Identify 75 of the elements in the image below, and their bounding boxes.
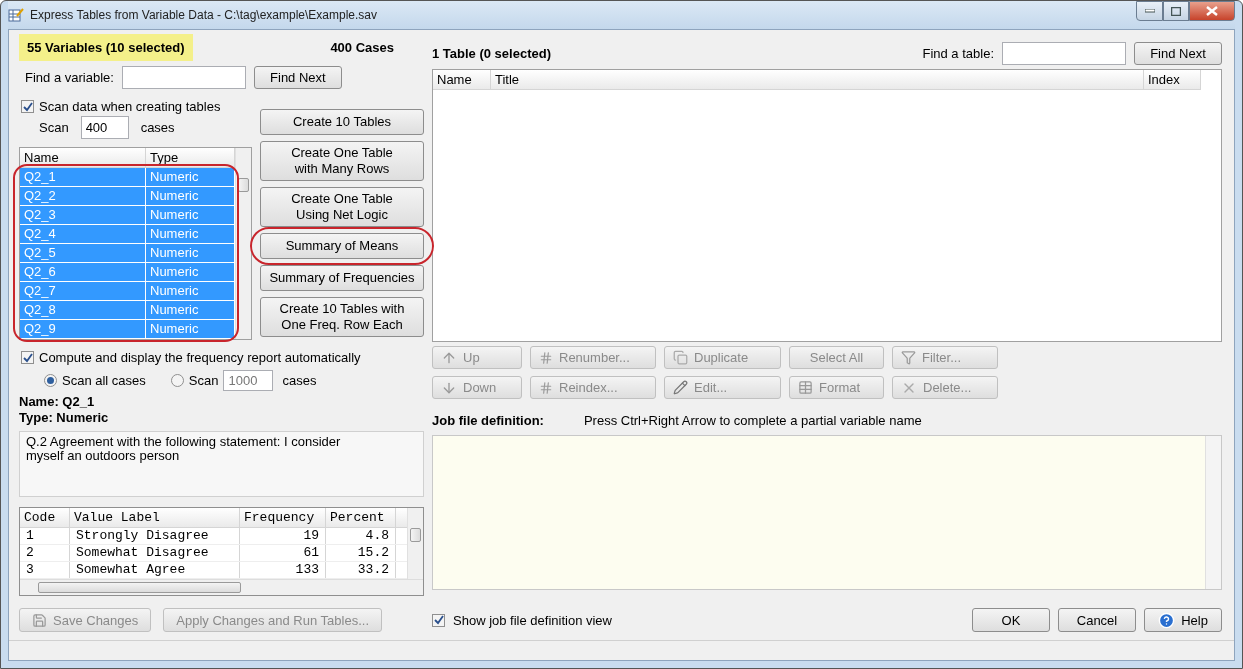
grid-icon <box>798 380 813 395</box>
variable-name: Q2_2 <box>20 187 146 205</box>
scan-label: Scan <box>39 120 69 135</box>
variable-name: Q2_8 <box>20 301 146 319</box>
column-header[interactable]: Index <box>1144 70 1201 89</box>
create-button[interactable]: Create One Table Using Net Logic <box>260 187 424 227</box>
close-button[interactable] <box>1189 1 1235 21</box>
job-file-label: Job file definition: <box>432 413 544 428</box>
column-header[interactable]: Value Label <box>70 508 240 527</box>
description-box[interactable]: Q.2 Agreement with the following statement: I consider myself an outdoors person <box>19 431 424 497</box>
pencil-icon <box>673 380 688 395</box>
numbers-icon <box>539 380 553 395</box>
job-file-hint: Press Ctrl+Right Arrow to complete a partial variable name <box>583 413 922 428</box>
create-button[interactable]: Summary of Frequencies <box>260 265 424 291</box>
tables-heading: 1 Table (0 selected) <box>432 46 551 61</box>
save-icon <box>32 612 47 628</box>
minimize-button[interactable] <box>1136 1 1163 21</box>
radio-button[interactable] <box>170 374 184 387</box>
find-label: Find a variable: <box>25 70 114 85</box>
scan-count-field[interactable]: 1000 <box>223 370 274 391</box>
cases-label: cases <box>282 373 317 388</box>
variable-name: Q2_9 <box>20 320 146 338</box>
numbers-icon <box>539 350 553 365</box>
frequency-report-label: Compute and display the frequency report automatically <box>39 350 361 365</box>
column-header[interactable]: Name <box>433 70 491 89</box>
scan-option-label: Scan data when creating tables <box>39 99 221 114</box>
column-header[interactable]: Title <box>491 70 1144 89</box>
create-button[interactable]: Summary of Means <box>260 233 424 259</box>
copy-icon <box>673 350 688 365</box>
variable-name: Q2_3 <box>20 206 146 224</box>
scan-count-field[interactable]: 400 <box>80 116 129 139</box>
find-next-button[interactable]: Find Next <box>1134 42 1222 65</box>
find-table-field[interactable] <box>1002 42 1126 65</box>
checkbox[interactable] <box>21 100 34 113</box>
filter-icon <box>901 350 916 365</box>
create-button[interactable]: Create 10 Tables <box>260 109 424 135</box>
show-view-label: Show job file definition view <box>453 612 612 628</box>
column-header[interactable]: Code <box>20 508 70 527</box>
variable-name: Q2_5 <box>20 244 146 262</box>
scrollbar[interactable] <box>407 508 423 579</box>
description-text: Q.2 Agreement with the following statement: I consider myself an outdoors person <box>26 434 341 463</box>
maximize-icon <box>1171 6 1181 16</box>
dialog-button[interactable]: Help <box>1144 608 1222 632</box>
dialog-button[interactable]: OK <box>972 608 1050 632</box>
dialog-button[interactable]: Cancel <box>1058 608 1136 632</box>
minimize-icon <box>1144 9 1155 13</box>
column-header[interactable]: Frequency <box>240 508 326 527</box>
column-header[interactable]: Name <box>20 148 146 167</box>
find-variable-field[interactable] <box>121 66 246 89</box>
create-button[interactable]: Create 10 Tables with One Freq. Row Each <box>260 297 424 337</box>
radio-label: Scan <box>188 373 219 388</box>
maximize-button[interactable] <box>1163 1 1189 21</box>
scrollbar[interactable] <box>1205 436 1221 589</box>
radio-button[interactable] <box>44 374 57 387</box>
variable-name: Q2_6 <box>20 263 146 281</box>
help-icon <box>1158 611 1176 629</box>
radio-label: Scan all cases <box>62 373 146 388</box>
scrollbar[interactable] <box>20 579 423 595</box>
checkbox[interactable] <box>21 351 34 364</box>
column-header[interactable]: Percent <box>326 508 396 527</box>
find-label: Find a table: <box>922 46 994 61</box>
find-next-button[interactable]: Find Next <box>253 66 342 89</box>
variable-name-label: Name: Q2_1 <box>19 394 96 409</box>
variable-type-label: Type: Numeric <box>19 410 110 425</box>
cases-count: 400 Cases <box>330 40 394 55</box>
create-button[interactable]: Create One Table with Many Rows <box>260 141 424 181</box>
app-icon <box>8 7 24 23</box>
variable-name: Q2_4 <box>20 225 146 243</box>
variables-heading: 55 Variables (10 selected) <box>19 34 193 61</box>
variable-name: Q2_1 <box>20 168 146 186</box>
checkbox[interactable] <box>432 613 445 627</box>
variable-name: Q2_7 <box>20 282 146 300</box>
cases-label: cases <box>140 120 175 135</box>
close-icon <box>1206 6 1218 16</box>
window-title: Express Tables from Variable Data - C:\tag\example\Example.sav <box>30 8 379 22</box>
